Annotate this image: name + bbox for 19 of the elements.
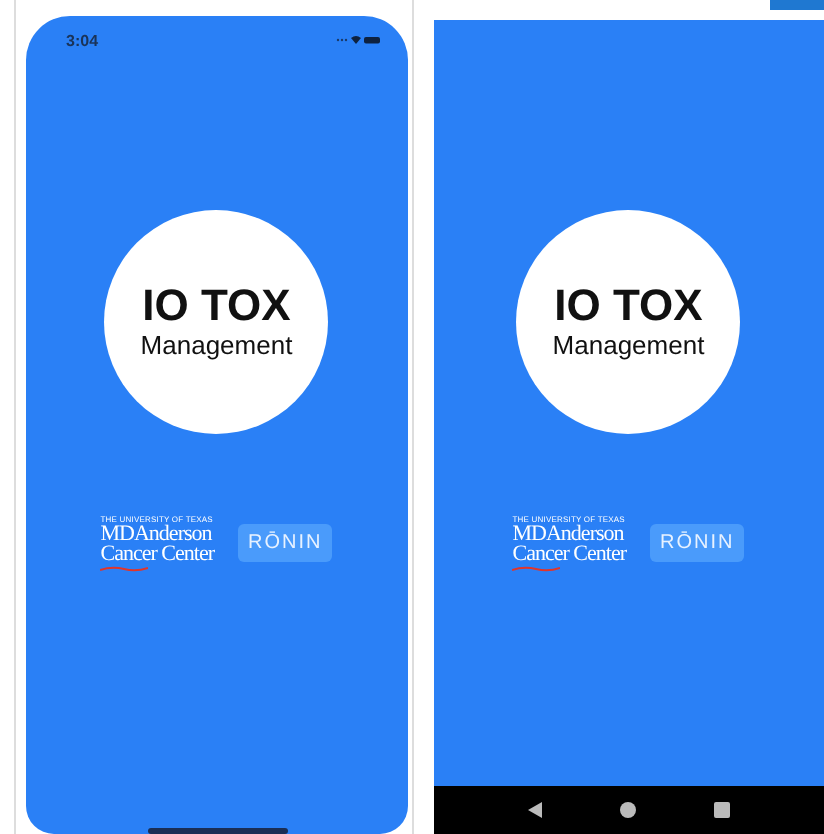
home-indicator	[148, 828, 288, 834]
partner-logo: RŌNIN	[237, 524, 333, 562]
app-title: IO TOX	[554, 282, 703, 330]
home-icon	[619, 802, 636, 818]
institution-subname: Cancer Center	[512, 544, 626, 564]
app-subtitle: Management	[552, 330, 705, 362]
app-title: IO TOX	[142, 282, 291, 330]
partner-logo: RŌNIN	[649, 524, 745, 562]
institution-name: MDAnderson	[512, 524, 624, 544]
strike-line	[512, 566, 561, 572]
app-subtitle: Management	[140, 330, 293, 362]
corner-accent	[770, 0, 824, 10]
status-icons	[335, 34, 379, 46]
institution-name: MDAnderson	[100, 524, 212, 544]
strike-line	[100, 566, 149, 572]
recents-icon	[713, 802, 730, 818]
institution-subname: Cancer Center	[100, 544, 214, 564]
status-time: 3:04	[66, 31, 99, 49]
back-icon	[527, 802, 542, 818]
